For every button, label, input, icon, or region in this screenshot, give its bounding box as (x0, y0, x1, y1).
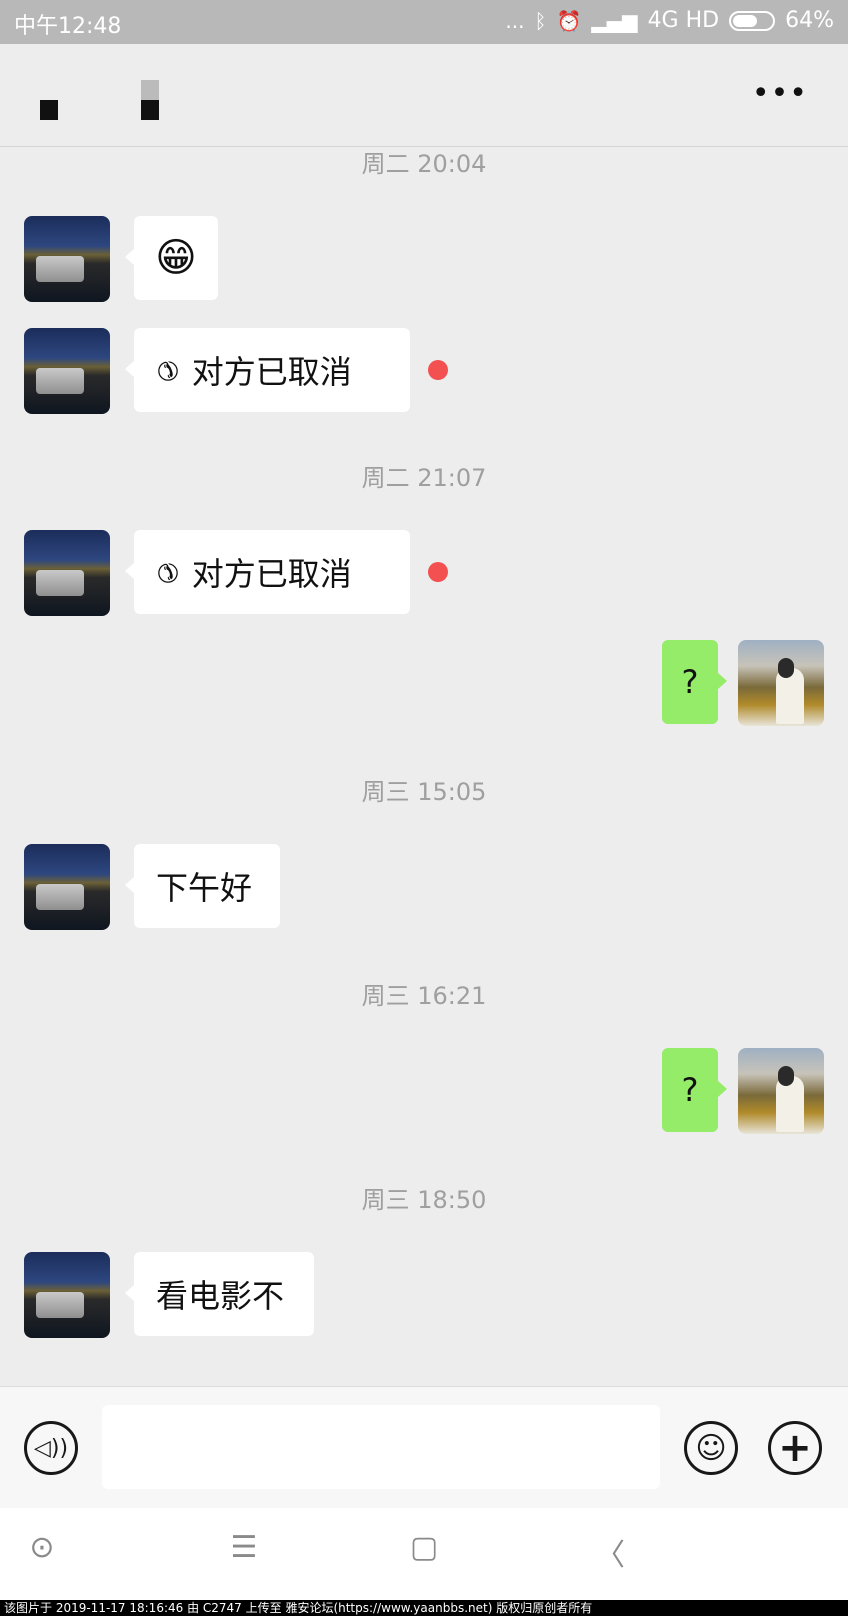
self-avatar[interactable] (738, 1048, 824, 1134)
status-time: 中午12:48 (14, 14, 122, 39)
message-timestamp: 周三 16:21 (361, 982, 487, 1010)
home-circle-icon[interactable]: ⊙ (22, 1530, 62, 1565)
message-bubble-incoming[interactable]: 下午好 (125, 844, 280, 928)
chat-input-bar: ◁)) ☺ + (0, 1386, 848, 1509)
message-bubble-incoming[interactable]: 😁 (125, 216, 218, 300)
message-bubble-incoming[interactable]: 看电影不 (125, 1252, 314, 1336)
contact-avatar[interactable] (24, 216, 110, 302)
chat-header: ••• (0, 44, 848, 147)
battery-label: 64% (785, 8, 834, 33)
message-timestamp: 周三 15:05 (361, 778, 487, 806)
phone-hangup-icon: ✆ (148, 351, 186, 389)
message-input[interactable] (102, 1405, 660, 1489)
message-text: 对方已取消 (191, 555, 352, 593)
grinning-emoji: 😁 (155, 235, 197, 281)
upload-watermark: 该图片于 2019-11-17 18:16:46 由 C2747 上传至 雅安论… (0, 1600, 848, 1616)
bluetooth-icon: ᛒ (534, 8, 547, 33)
message-bubble-outgoing[interactable]: ? (662, 640, 727, 724)
system-nav-bar: ⊙ ☰ ▢ 〈 (0, 1508, 848, 1600)
contact-avatar[interactable] (24, 328, 110, 414)
battery-icon (729, 10, 776, 31)
contact-avatar[interactable] (24, 530, 110, 616)
message-timestamp: 周二 20:04 (361, 150, 487, 178)
message-timestamp: 周二 21:07 (361, 464, 487, 492)
plus-icon[interactable]: + (768, 1421, 822, 1475)
menu-icon[interactable]: ☰ (224, 1530, 264, 1565)
unread-dot (428, 562, 448, 582)
contact-name-redacted (141, 80, 159, 100)
more-options-icon[interactable]: ••• (752, 79, 808, 109)
message-timestamp: 周三 18:50 (361, 1186, 487, 1214)
status-bar: 中午12:48 ... ᛒ ⏰ ▂▄▆ 4G HD 64% (0, 0, 848, 44)
phone-hangup-icon: ✆ (148, 553, 186, 591)
message-text: 看电影不 (156, 1277, 285, 1315)
contact-avatar[interactable] (24, 1252, 110, 1338)
message-text: 对方已取消 (191, 353, 352, 391)
message-text: ? (681, 663, 699, 701)
network-label: 4G HD (647, 8, 720, 33)
message-text: ? (681, 1071, 699, 1109)
unread-dot (428, 360, 448, 380)
call-cancelled-bubble[interactable]: ✆ 对方已取消 (125, 530, 410, 614)
voice-input-icon[interactable]: ◁)) (24, 1421, 78, 1475)
self-avatar[interactable] (738, 640, 824, 726)
alarm-icon: ⏰ (556, 8, 582, 33)
contact-name-redacted (40, 100, 58, 120)
contact-name-redacted (141, 100, 159, 120)
back-icon[interactable]: 〈 (590, 1530, 630, 1574)
contact-avatar[interactable] (24, 844, 110, 930)
message-bubble-outgoing[interactable]: ? (662, 1048, 727, 1132)
status-right: ... ᛒ ⏰ ▂▄▆ 4G HD 64% (505, 8, 834, 33)
message-text: 下午好 (156, 869, 253, 907)
emoji-icon[interactable]: ☺ (684, 1421, 738, 1475)
signal-icon: ▂▄▆ (591, 8, 638, 33)
call-cancelled-bubble[interactable]: ✆ 对方已取消 (125, 328, 410, 412)
more-dots: ... (505, 8, 525, 33)
recent-apps-icon[interactable]: ▢ (404, 1530, 444, 1565)
